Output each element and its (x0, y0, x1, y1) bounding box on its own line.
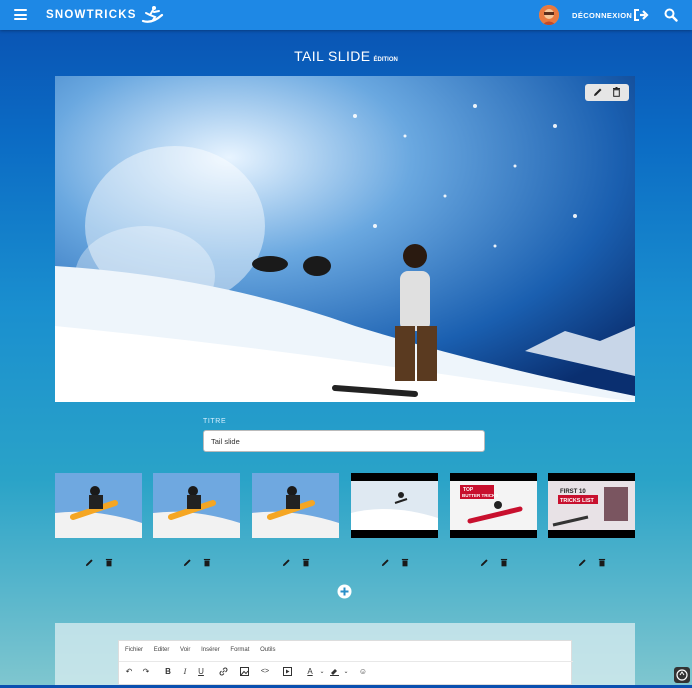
chevron-down-icon[interactable]: ⌄ (340, 665, 352, 677)
thumbnail-caption-line2: BUTTER TRICKS (462, 493, 498, 498)
media-icon[interactable] (281, 665, 293, 677)
pencil-icon[interactable] (480, 558, 489, 567)
thumbnail-actions (252, 558, 339, 568)
snowboarder-logo-icon[interactable] (140, 5, 164, 25)
title-field[interactable] (203, 430, 485, 452)
pencil-icon[interactable] (183, 558, 192, 567)
thumbnail-actions (55, 558, 142, 568)
redo-icon[interactable]: ↷ (140, 665, 152, 677)
media-thumbnail[interactable] (351, 473, 438, 538)
rich-text-editor[interactable]: Fichier Editer Voir Insérer Format Outil… (118, 640, 573, 685)
thumbnail-actions (548, 558, 635, 568)
media-thumbnail[interactable] (153, 473, 240, 538)
title-field-label: TITRE (203, 418, 227, 425)
pencil-icon[interactable] (578, 558, 587, 567)
thumbnail-actions (450, 558, 537, 568)
code-icon[interactable]: <> (259, 665, 271, 677)
media-thumbnail[interactable] (55, 473, 142, 538)
pencil-icon[interactable] (85, 558, 94, 567)
trick-title: TAIL SLIDE (294, 48, 371, 64)
featured-image-actions (585, 84, 629, 101)
trash-icon[interactable] (401, 558, 409, 567)
italic-icon[interactable]: I (179, 665, 191, 677)
bold-icon[interactable]: B (162, 665, 174, 677)
emoji-icon[interactable]: ☺ (357, 665, 369, 677)
menu-item-format[interactable]: Format (230, 647, 249, 653)
media-thumbnail[interactable]: FIRST 10 TRICKS LIST (548, 473, 635, 538)
pencil-icon[interactable] (282, 558, 291, 567)
page-title: TAIL SLIDE ÉDITION (0, 48, 692, 66)
avatar[interactable] (539, 5, 559, 25)
editor-menu: Fichier Editer Voir Insérer Format Outil… (125, 647, 284, 653)
help-widget-icon[interactable] (674, 667, 690, 683)
trash-icon[interactable] (203, 558, 211, 567)
pencil-icon[interactable] (381, 558, 390, 567)
thumbnail-actions (351, 558, 438, 568)
thumbnail-caption-line2: TRICKS LIST (560, 498, 595, 504)
logout-link[interactable]: DÉCONNEXION (572, 11, 632, 20)
menu-icon[interactable] (14, 9, 27, 20)
pencil-icon[interactable] (593, 87, 603, 97)
plus-circle-icon[interactable] (337, 584, 352, 599)
menu-item-edit[interactable]: Editer (154, 647, 170, 653)
navbar: SNOWTRICKS DÉCONNEXION (0, 0, 692, 30)
link-icon[interactable] (217, 665, 229, 677)
search-icon[interactable] (664, 8, 678, 22)
trash-icon[interactable] (598, 558, 606, 567)
menu-item-view[interactable]: Voir (180, 647, 190, 653)
trash-icon[interactable] (500, 558, 508, 567)
editor-toolbar: ↶ ↷ B I U <> A ⌄ ⌄ ☺ (119, 661, 573, 680)
edit-badge: ÉDITION (373, 57, 398, 63)
undo-icon[interactable]: ↶ (123, 665, 135, 677)
menu-item-insert[interactable]: Insérer (201, 647, 220, 653)
menu-item-tools[interactable]: Outils (260, 647, 275, 653)
media-thumbnail[interactable]: TOP BUTTER TRICKS (450, 473, 537, 538)
featured-image (55, 76, 635, 402)
trash-icon[interactable] (302, 558, 310, 567)
text-color-icon[interactable]: A (304, 665, 316, 677)
logout-icon[interactable] (634, 9, 649, 21)
highlight-icon[interactable] (328, 665, 340, 677)
trash-icon[interactable] (105, 558, 113, 567)
trash-icon[interactable] (612, 87, 621, 97)
thumbnail-caption-line1: FIRST 10 (560, 489, 586, 495)
thumbnail-actions (153, 558, 240, 568)
media-thumbnail[interactable] (252, 473, 339, 538)
chevron-down-icon[interactable]: ⌄ (316, 665, 328, 677)
menu-item-file[interactable]: Fichier (125, 647, 143, 653)
image-icon[interactable] (238, 665, 250, 677)
brand-name[interactable]: SNOWTRICKS (46, 9, 137, 21)
underline-icon[interactable]: U (195, 665, 207, 677)
